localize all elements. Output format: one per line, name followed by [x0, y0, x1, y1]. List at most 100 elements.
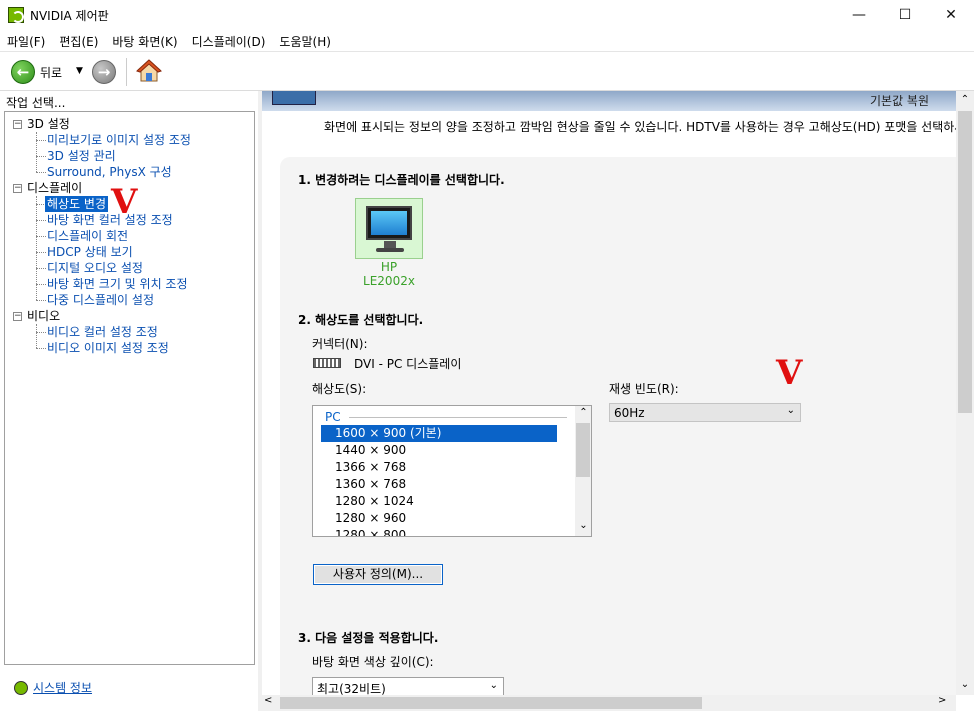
back-dropdown-icon[interactable]: ▼ [76, 66, 83, 76]
resolution-item[interactable]: 1366 × 768 [321, 459, 557, 476]
resolution-item[interactable]: 1280 × 960 [321, 510, 557, 527]
task-tree: − 3D 설정 미리보기로 이미지 설정 조정 3D 설정 관리 Surroun… [4, 111, 255, 665]
refresh-rate-value: 60Hz [614, 406, 645, 420]
red-check-mark: V [776, 353, 803, 393]
tree-guide [36, 132, 37, 172]
resolution-group-header: PC [325, 410, 341, 424]
tree-category-3d[interactable]: 3D 설정 [27, 116, 70, 132]
system-info-label[interactable]: 시스템 정보 [33, 679, 92, 696]
resolution-item[interactable]: 1280 × 1024 [321, 493, 557, 510]
refresh-rate-label: 재생 빈도(R): [609, 382, 679, 396]
tree-item-surround-physx[interactable]: Surround, PhysX 구성 [47, 164, 172, 180]
dvi-connector-icon [313, 358, 341, 368]
toolbar: ← 뒤로 ▼ → [0, 51, 974, 91]
scroll-down-icon[interactable]: ⌄ [575, 520, 591, 531]
nvidia-info-icon [14, 680, 28, 695]
tree-item-hdcp-status[interactable]: HDCP 상태 보기 [47, 244, 133, 260]
connector-value: DVI - PC 디스플레이 [354, 357, 462, 371]
scroll-right-icon[interactable]: > [938, 695, 946, 706]
menu-desktop[interactable]: 바탕 화면(K) [105, 30, 184, 51]
tree-guide [36, 236, 46, 237]
resolution-item[interactable]: 1440 × 900 [321, 442, 557, 459]
tree-guide [36, 156, 46, 157]
tree-item-change-resolution[interactable]: 해상도 변경 [45, 196, 109, 212]
tree-item-multi-display[interactable]: 다중 디스플레이 설정 [47, 292, 154, 308]
nvidia-app-icon [8, 7, 24, 23]
horizontal-scroll-thumb[interactable] [280, 697, 702, 709]
chevron-down-icon: ⌄ [786, 405, 795, 416]
tree-item-digital-audio[interactable]: 디지털 오디오 설정 [47, 260, 143, 276]
collapse-icon[interactable]: − [13, 184, 22, 193]
chevron-down-icon: ⌄ [489, 680, 498, 691]
back-label[interactable]: 뒤로 [40, 64, 62, 81]
section-apply-settings-title: 3. 다음 설정을 적용합니다. [298, 631, 439, 645]
tree-category-video[interactable]: 비디오 [27, 308, 60, 324]
tree-guide [36, 140, 46, 141]
tree-guide [36, 324, 37, 348]
title-bar: NVIDIA 제어판 — ☐ ✕ [0, 0, 974, 30]
content-panel: 기본값 복원 화면에 표시되는 정보의 양을 조정하고 깜박임 현상을 줄일 수… [262, 91, 974, 711]
section-resolution-title: 2. 해상도를 선택합니다. [298, 313, 424, 327]
connector-label: 커넥터(N): [312, 337, 368, 351]
page-description: 화면에 표시되는 정보의 양을 조정하고 깜박임 현상을 줄일 수 있습니다. … [324, 120, 966, 134]
monitor-base [376, 248, 404, 252]
tree-category-display[interactable]: 디스플레이 [27, 180, 82, 196]
color-depth-dropdown[interactable]: 최고(32비트) ⌄ [312, 677, 504, 696]
red-check-mark: V [111, 182, 138, 222]
tree-guide [36, 252, 46, 253]
menu-file[interactable]: 파일(F) [0, 30, 52, 51]
refresh-rate-dropdown[interactable]: 60Hz ⌄ [609, 403, 801, 422]
section-select-display-title: 1. 변경하려는 디스플레이를 선택합니다. [298, 173, 505, 187]
display-name[interactable]: HP LE2002x [355, 260, 423, 288]
collapse-icon[interactable]: − [13, 312, 22, 321]
collapse-icon[interactable]: − [13, 120, 22, 129]
resolution-item[interactable]: 1360 × 768 [321, 476, 557, 493]
tree-item-desktop-size-position[interactable]: 바탕 화면 크기 및 위치 조정 [47, 276, 188, 292]
resolution-label: 해상도(S): [312, 382, 367, 396]
menu-edit[interactable]: 편집(E) [52, 30, 105, 51]
menu-bar: 파일(F) 편집(E) 바탕 화면(K) 디스플레이(D) 도움말(H) [0, 30, 974, 51]
menu-help[interactable]: 도움말(H) [272, 30, 338, 51]
restore-defaults-link[interactable]: 기본값 복원 [870, 92, 929, 109]
vertical-scroll-thumb[interactable] [958, 111, 972, 413]
menu-display[interactable]: 디스플레이(D) [185, 30, 273, 51]
back-arrow-icon[interactable]: ← [11, 60, 35, 84]
group-divider [349, 417, 567, 418]
maximize-button[interactable]: ☐ [882, 0, 928, 30]
tree-guide [36, 332, 46, 333]
home-icon[interactable] [135, 57, 163, 85]
tree-item-manage-3d[interactable]: 3D 설정 관리 [47, 148, 116, 164]
resolution-item[interactable]: 1600 × 900 (기본) [321, 425, 557, 442]
scroll-up-icon[interactable]: ⌃ [956, 94, 974, 105]
scroll-down-icon[interactable]: ⌄ [956, 679, 974, 690]
page-banner [262, 91, 956, 111]
close-button[interactable]: ✕ [928, 0, 974, 30]
display-banner-icon [272, 91, 316, 105]
forward-arrow-icon[interactable]: → [92, 60, 116, 84]
system-info-link[interactable]: 시스템 정보 [14, 679, 92, 696]
tree-guide [36, 300, 46, 301]
settings-area: 1. 변경하려는 디스플레이를 선택합니다. HP LE2002x 2. 해상도… [280, 157, 956, 697]
resolution-item[interactable]: 1280 × 800 [321, 527, 557, 536]
tree-item-rotate-display[interactable]: 디스플레이 회전 [47, 228, 128, 244]
tree-item-preview-image[interactable]: 미리보기로 이미지 설정 조정 [47, 132, 191, 148]
task-panel-header: 작업 선택... [6, 96, 66, 110]
tree-item-video-color[interactable]: 비디오 컬러 설정 조정 [47, 324, 158, 340]
tree-item-desktop-color[interactable]: 바탕 화면 컬러 설정 조정 [47, 212, 173, 228]
tree-guide [36, 284, 46, 285]
toolbar-separator [126, 58, 127, 86]
scroll-left-icon[interactable]: < [264, 695, 272, 706]
resolution-list[interactable]: PC 1600 × 900 (기본) 1440 × 900 1366 × 768… [312, 405, 592, 537]
color-depth-label: 바탕 화면 색상 깊이(C): [312, 655, 434, 669]
tree-guide [36, 220, 46, 221]
scroll-up-icon[interactable]: ⌃ [575, 407, 591, 418]
display-card[interactable] [355, 198, 423, 259]
tree-guide [36, 268, 46, 269]
minimize-button[interactable]: — [836, 0, 882, 30]
custom-resolution-button[interactable]: 사용자 정의(M)... [313, 564, 443, 585]
window-title: NVIDIA 제어판 [30, 9, 109, 23]
tree-guide [36, 172, 46, 173]
resolution-scroll-thumb[interactable] [576, 423, 590, 477]
tree-item-video-image[interactable]: 비디오 이미지 설정 조정 [47, 340, 169, 356]
monitor-icon [366, 206, 412, 240]
